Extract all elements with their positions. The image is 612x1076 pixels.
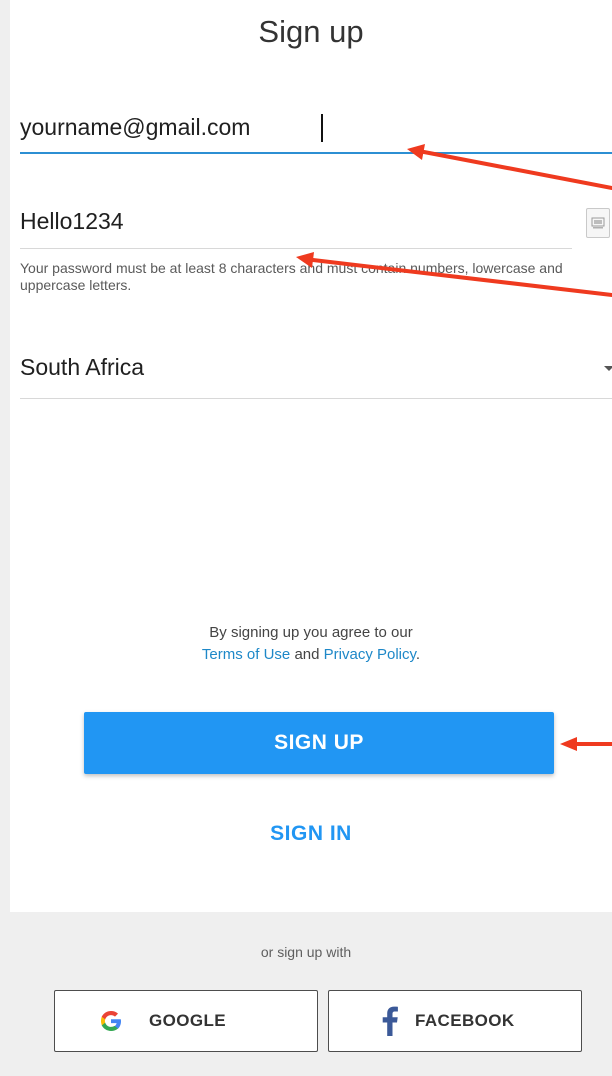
chevron-down-icon [604, 366, 612, 371]
privacy-policy-link[interactable]: Privacy Policy [324, 646, 416, 663]
sign-up-card: Sign up yourname@gmail.com Hello1234 You… [10, 0, 612, 912]
page-title: Sign up [258, 14, 364, 49]
terms-conjunction: and [294, 646, 320, 663]
google-icon [101, 1011, 121, 1031]
email-value: yourname@gmail.com [20, 114, 251, 140]
country-value: South Africa [20, 354, 145, 380]
sign-up-button[interactable]: SIGN UP [84, 712, 554, 774]
password-field[interactable]: Hello1234 [20, 196, 612, 252]
sign-in-link[interactable]: SIGN IN [10, 822, 612, 846]
facebook-button-label: FACEBOOK [415, 1011, 515, 1030]
email-underline [20, 152, 612, 154]
terms-prefix: By signing up you agree to our [209, 624, 413, 641]
facebook-signup-button[interactable]: FACEBOOK [328, 990, 582, 1052]
sign-up-page: Sign up yourname@gmail.com Hello1234 You… [0, 0, 612, 1076]
terms-of-use-link[interactable]: Terms of Use [202, 646, 290, 663]
google-signup-button[interactable]: GOOGLE [54, 990, 318, 1052]
email-field[interactable]: yourname@gmail.com [20, 96, 612, 156]
country-select[interactable]: South Africa [20, 334, 612, 400]
facebook-icon [382, 1006, 398, 1036]
country-underline [20, 398, 612, 399]
terms-suffix: . [415, 646, 421, 663]
social-signup-label: or sign up with [260, 944, 352, 960]
password-hint: Your password must be at least 8 charact… [20, 260, 563, 293]
password-underline [20, 248, 572, 249]
terms-text: By signing up you agree to our Terms of … [10, 622, 612, 666]
text-caret [321, 114, 323, 142]
show-password-icon[interactable] [586, 208, 610, 238]
google-button-label: GOOGLE [149, 1011, 227, 1030]
password-value: Hello1234 [20, 208, 124, 234]
